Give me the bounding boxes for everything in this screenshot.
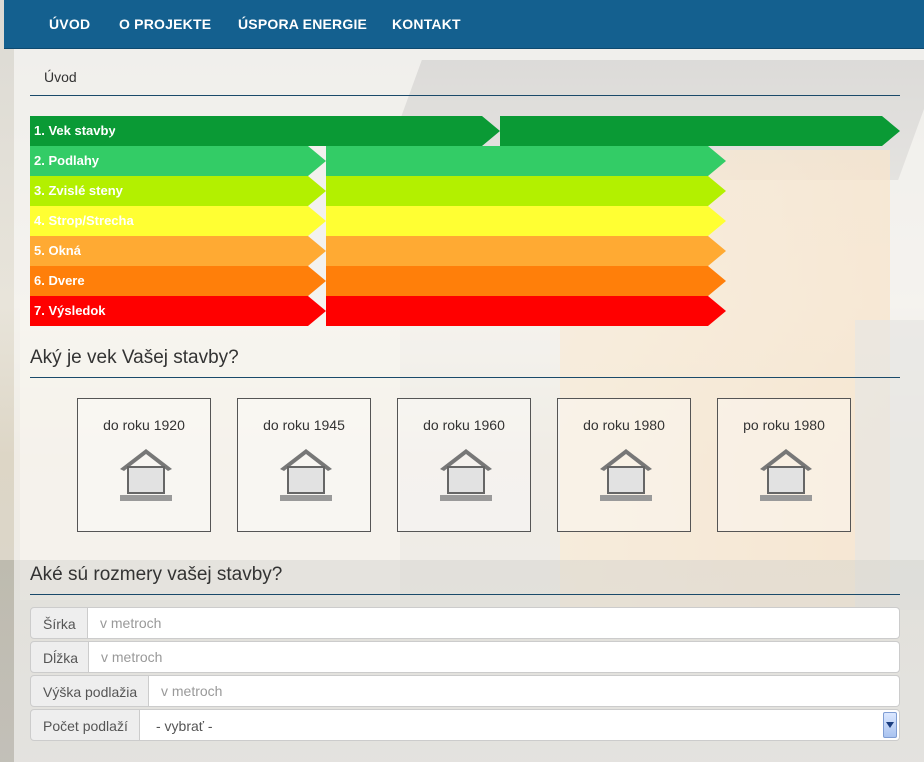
step-5-label[interactable]: 5. Okná bbox=[30, 236, 326, 266]
age-option-1980[interactable]: do roku 1980 bbox=[557, 398, 691, 532]
energy-steps: 1. Vek stavby 2. Podlahy 3. Zvislé steny… bbox=[30, 116, 910, 328]
age-option-1920[interactable]: do roku 1920 bbox=[77, 398, 211, 532]
select-arrow[interactable] bbox=[883, 712, 897, 738]
age-option-1960[interactable]: do roku 1960 bbox=[397, 398, 531, 532]
step-3-bar bbox=[326, 176, 726, 206]
step-1-bar-extra bbox=[500, 116, 900, 146]
length-label: Dĺžka bbox=[30, 641, 89, 673]
step-4-label[interactable]: 4. Strop/Strecha bbox=[30, 206, 326, 236]
length-row: Dĺžka bbox=[30, 641, 900, 673]
floor-count-select[interactable]: - vybrať - bbox=[140, 709, 900, 741]
house-icon bbox=[120, 449, 172, 501]
nav-o-projekte[interactable]: O PROJEKTE bbox=[119, 16, 211, 32]
step-2-label[interactable]: 2. Podlahy bbox=[30, 146, 326, 176]
step-3-label[interactable]: 3. Zvislé steny bbox=[30, 176, 326, 206]
nav-uvod[interactable]: ÚVOD bbox=[49, 16, 90, 32]
age-option-1945[interactable]: do roku 1945 bbox=[237, 398, 371, 532]
width-input[interactable] bbox=[88, 607, 900, 639]
step-4-bar bbox=[326, 206, 726, 236]
house-icon bbox=[280, 449, 332, 501]
floor-height-label: Výška podlažia bbox=[30, 675, 149, 707]
step-7-bar bbox=[326, 296, 726, 326]
nav-uspora-energie[interactable]: ÚSPORA ENERGIE bbox=[238, 16, 367, 32]
width-label: Šírka bbox=[30, 607, 88, 639]
step-6-label[interactable]: 6. Dvere bbox=[30, 266, 326, 296]
dimensions-section-divider bbox=[30, 594, 900, 595]
step-5-bar bbox=[326, 236, 726, 266]
step-2-bar bbox=[326, 146, 726, 176]
house-icon bbox=[760, 449, 812, 501]
age-option-label: po roku 1980 bbox=[743, 417, 825, 433]
age-section-divider bbox=[30, 377, 900, 378]
chevron-down-icon bbox=[886, 722, 894, 728]
top-navbar: ÚVOD O PROJEKTE ÚSPORA ENERGIE KONTAKT bbox=[4, 0, 924, 49]
house-icon bbox=[440, 449, 492, 501]
age-option-label: do roku 1980 bbox=[583, 417, 665, 433]
dimensions-section-title: Aké sú rozmery vašej stavby? bbox=[30, 564, 283, 585]
width-row: Šírka bbox=[30, 607, 900, 639]
length-input[interactable] bbox=[89, 641, 900, 673]
step-1-bar bbox=[100, 116, 500, 146]
floor-count-selected: - vybrať - bbox=[156, 718, 213, 734]
breadcrumb-divider bbox=[30, 95, 900, 96]
age-option-label: do roku 1920 bbox=[103, 417, 185, 433]
step-7-label[interactable]: 7. Výsledok bbox=[30, 296, 326, 326]
step-6-bar bbox=[326, 266, 726, 296]
age-option-label: do roku 1945 bbox=[263, 417, 345, 433]
breadcrumb: Úvod bbox=[44, 69, 77, 85]
nav-kontakt[interactable]: KONTAKT bbox=[392, 16, 461, 32]
age-option-label: do roku 1960 bbox=[423, 417, 505, 433]
age-section-title: Aký je vek Vašej stavby? bbox=[30, 347, 239, 368]
floor-count-label: Počet podlaží bbox=[30, 709, 140, 741]
floor-height-row: Výška podlažia bbox=[30, 675, 900, 707]
house-icon bbox=[600, 449, 652, 501]
floor-count-row: Počet podlaží - vybrať - bbox=[30, 709, 900, 741]
floor-height-input[interactable] bbox=[149, 675, 900, 707]
age-option-after-1980[interactable]: po roku 1980 bbox=[717, 398, 851, 532]
step-1-label[interactable]: 1. Vek stavby bbox=[30, 116, 118, 146]
